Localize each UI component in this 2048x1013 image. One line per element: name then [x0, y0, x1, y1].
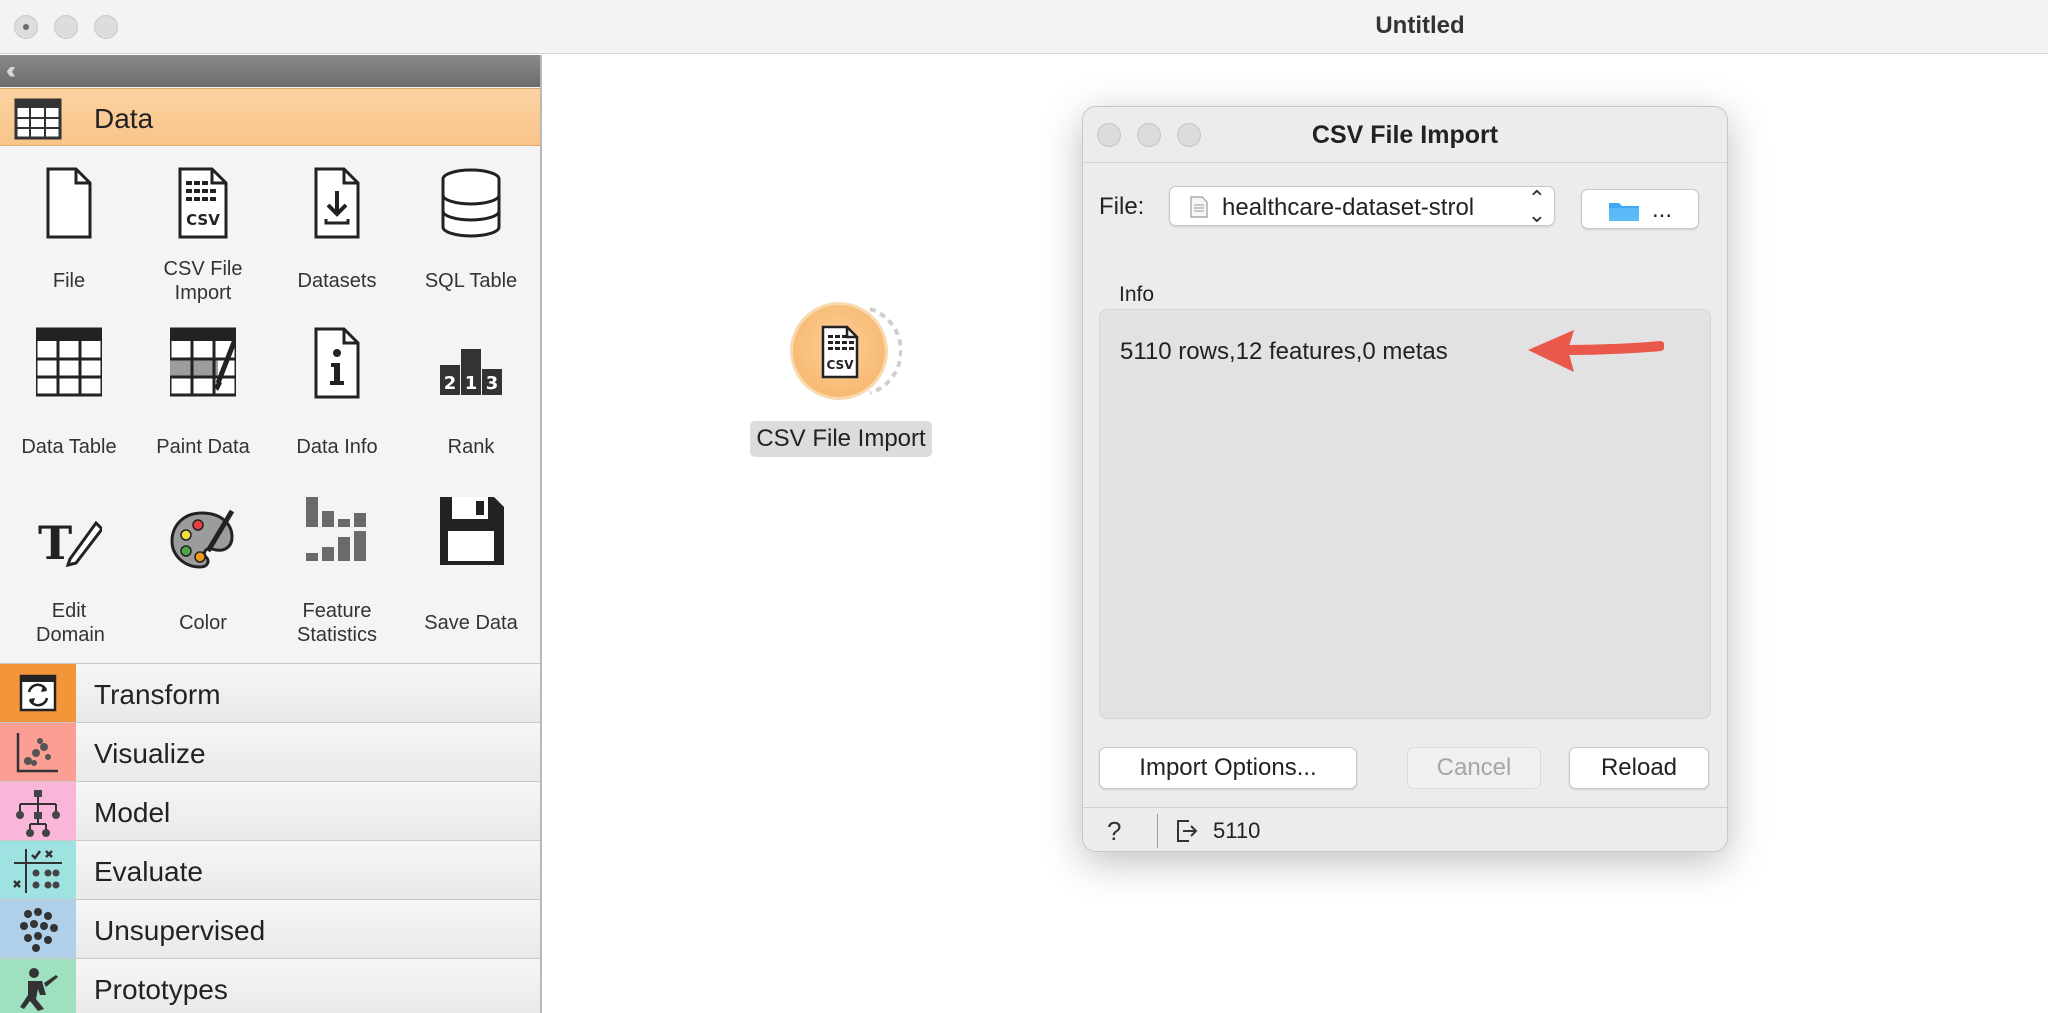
svg-text:1: 1	[465, 373, 478, 394]
dialog-titlebar: CSV File Import	[1083, 107, 1727, 163]
widget-sql-table[interactable]: SQL Table	[404, 155, 538, 295]
floppy-disk-icon	[440, 497, 504, 565]
widget-feature-statistics[interactable]: Feature Statistics	[270, 487, 404, 646]
visualize-category-swatch	[0, 723, 76, 782]
info-box: 5110 rows,12 features,0 metas	[1099, 309, 1711, 719]
svg-text:3: 3	[486, 373, 499, 394]
svg-text:T: T	[38, 516, 72, 570]
category-label: Visualize	[94, 738, 206, 769]
window-title-wrap: Untitled	[0, 0, 2048, 54]
widget-label: Feature Statistics	[296, 600, 378, 646]
reload-button[interactable]: Reload	[1569, 747, 1709, 789]
widget-label: Save Data	[424, 612, 518, 634]
widget-sidebar: ‹‹ Data File CSV CSV File Import Dataset…	[0, 55, 542, 1013]
rank-icon: 213	[440, 349, 502, 395]
import-options-button[interactable]: Import Options...	[1099, 747, 1357, 789]
status-separator	[1157, 814, 1158, 848]
category-model[interactable]: Model	[0, 781, 540, 841]
file-select[interactable]: healthcare-dataset-strol ⌃ ⌄	[1169, 186, 1555, 226]
prototypes-category-swatch	[0, 959, 76, 1013]
feature-statistics-icon	[306, 497, 366, 561]
evaluate-icon	[13, 849, 62, 893]
widget-label: CSV File Import	[163, 258, 243, 304]
transform-category-swatch	[0, 664, 76, 723]
tree-icon	[16, 790, 60, 837]
widget-data-table[interactable]: Data Table	[2, 321, 136, 461]
node-output-anchor[interactable]	[866, 305, 902, 397]
palette-icon	[170, 509, 235, 569]
widget-label: File	[52, 270, 86, 292]
category-label: Evaluate	[94, 856, 203, 887]
double-chevron-left-icon: ‹‹	[6, 57, 16, 84]
worker-icon	[20, 968, 58, 1011]
output-count: 5110	[1213, 818, 1261, 843]
widget-label: Data Table	[21, 436, 117, 458]
category-data-header[interactable]: Data	[0, 88, 540, 146]
model-category-swatch	[0, 782, 76, 841]
widget-file[interactable]: File	[2, 155, 136, 295]
widget-data-info[interactable]: Data Info	[270, 321, 404, 461]
table-icon	[36, 327, 102, 397]
category-transform[interactable]: Transform	[0, 663, 540, 723]
window-title: Untitled	[1375, 12, 1465, 39]
folder-icon	[1609, 203, 1639, 221]
browse-label: ...	[1652, 196, 1673, 223]
widget-rank[interactable]: 213 Rank	[404, 321, 538, 461]
category-data-label: Data	[94, 103, 154, 134]
csv-file-icon: CSV	[178, 167, 228, 239]
database-icon	[441, 168, 501, 238]
widget-label: Datasets	[297, 270, 377, 292]
transform-icon	[19, 674, 57, 712]
dialog-statusbar: ? 5110	[1083, 807, 1727, 851]
widget-label: SQL Table	[424, 270, 518, 292]
widget-label: Data Info	[296, 436, 378, 458]
widget-csv-file-import[interactable]: CSV CSV File Import	[136, 155, 270, 304]
document-icon	[1190, 196, 1208, 218]
cancel-button[interactable]: Cancel	[1407, 747, 1541, 789]
category-label: Unsupervised	[94, 915, 266, 946]
widget-label: Paint Data	[156, 436, 250, 458]
table-icon	[14, 98, 62, 140]
category-label: Model	[94, 797, 171, 828]
help-icon[interactable]: ?	[1107, 816, 1121, 847]
paint-data-icon	[170, 327, 236, 397]
category-label: Transform	[94, 679, 221, 710]
svg-text:CSV: CSV	[827, 358, 855, 372]
red-arrow-annotation	[1528, 330, 1664, 372]
category-prototypes[interactable]: Prototypes	[0, 958, 540, 1013]
file-select-value: healthcare-dataset-strol	[1222, 194, 1475, 221]
file-label: File:	[1099, 193, 1145, 220]
widget-edit-domain[interactable]: T Edit Domain	[2, 487, 136, 646]
category-visualize[interactable]: Visualize	[0, 722, 540, 782]
collapse-sidebar-button[interactable]: ‹‹	[0, 55, 540, 87]
category-unsupervised[interactable]: Unsupervised	[0, 899, 540, 959]
node-label[interactable]: CSV File Import	[750, 421, 932, 457]
dialog-title: CSV File Import	[1311, 121, 1499, 149]
datasets-icon	[314, 167, 360, 239]
svg-text:2: 2	[444, 373, 457, 394]
svg-text:CSV: CSV	[186, 211, 220, 229]
output-icon	[1177, 820, 1198, 842]
scatter-plot-icon	[16, 733, 58, 773]
widget-paint-data[interactable]: Paint Data	[136, 321, 270, 461]
info-text: 5110 rows,12 features,0 metas	[1120, 338, 1448, 365]
widget-label: Color	[179, 612, 227, 634]
widget-label: Edit Domain	[36, 600, 105, 646]
clusters-icon	[20, 908, 58, 952]
csv-file-import-dialog: CSV File Import File: healthcare-dataset…	[1082, 106, 1728, 852]
edit-domain-icon: T	[38, 516, 102, 570]
unsupervised-category-swatch	[0, 900, 76, 959]
info-group-label: Info	[1119, 283, 1155, 306]
category-label: Prototypes	[94, 974, 228, 1005]
widget-save-data[interactable]: Save Data	[404, 487, 538, 637]
info-icon	[314, 327, 360, 399]
evaluate-category-swatch	[0, 841, 76, 900]
widget-label: Rank	[447, 436, 495, 458]
category-evaluate[interactable]: Evaluate	[0, 840, 540, 900]
widget-datasets[interactable]: Datasets	[270, 155, 404, 295]
up-down-chevron-icon: ⌃ ⌄	[1527, 186, 1546, 227]
widget-color[interactable]: Color	[136, 487, 270, 637]
file-icon	[46, 167, 92, 239]
browse-file-button[interactable]: ...	[1581, 189, 1699, 229]
